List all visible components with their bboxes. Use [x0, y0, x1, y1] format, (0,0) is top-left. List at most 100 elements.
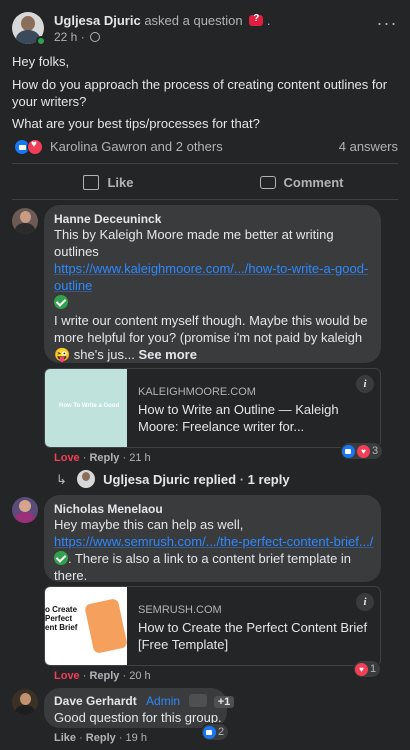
- comment-bubble: Dave Gerhardt Admin +1 Good question for…: [44, 688, 235, 728]
- love-reaction-icon: [27, 139, 43, 155]
- like-icon: [83, 174, 100, 190]
- comment-text-part1: This by Kaleigh Moore made me better at …: [54, 227, 334, 259]
- period: .: [266, 13, 271, 28]
- comment-text-part2: I write our content myself though. Maybe…: [54, 313, 368, 362]
- check-icon: [54, 295, 68, 309]
- love-reaction-icon: ♥: [357, 444, 370, 458]
- meta-dot: ·: [80, 30, 85, 44]
- thumbnail-illustration: [84, 598, 128, 654]
- post-header: Ugljesa Djuric asked a question . 22 h ·…: [12, 12, 398, 46]
- comment-text: Hey maybe this can help as well, https:/…: [54, 516, 376, 584]
- reactions-summary[interactable]: Karolina Gawron and 2 others 4 answers: [12, 137, 398, 157]
- love-reaction-icon: ♥: [355, 662, 368, 676]
- replies-toggle[interactable]: ↳ Ugljesa Djuric replied · 1 reply: [56, 470, 290, 488]
- like-action[interactable]: Like: [54, 732, 76, 744]
- link-preview[interactable]: o Create Perfect ent Brief SEMRUSH.COM H…: [44, 586, 381, 666]
- globe-icon: [90, 32, 101, 42]
- comment-bubble: Hanne Deceuninck This by Kaleigh Moore m…: [44, 205, 381, 363]
- thumbnail-text: o Create Perfect ent Brief: [45, 605, 78, 632]
- like-reaction-icon: [342, 444, 355, 458]
- reaction-count: 2: [218, 726, 225, 738]
- divider-bottom: [12, 199, 398, 200]
- avatar-shoulders: [15, 223, 35, 234]
- commenter-avatar[interactable]: [12, 208, 38, 234]
- like-reaction-icon: [203, 725, 216, 739]
- post-followup: What are your best tips/processes for th…: [12, 116, 260, 131]
- comment-actions: Love · Reply · 21 h: [54, 452, 151, 464]
- question-post: Ugljesa Djuric asked a question . 22 h ·…: [0, 0, 410, 750]
- commenter-name[interactable]: Hanne Deceuninck: [54, 212, 161, 226]
- reply-action[interactable]: Reply: [89, 452, 119, 464]
- preview-title: How to Write an Outline — Kaleigh Moore:…: [138, 402, 339, 434]
- check-icon: [54, 551, 68, 565]
- love-action[interactable]: Love: [54, 670, 80, 682]
- info-icon[interactable]: i: [356, 593, 374, 611]
- divider-top: [12, 163, 398, 164]
- comment-text-part2: . There is also a link to a content brie…: [54, 551, 352, 583]
- comment-time[interactable]: 20 h: [129, 670, 150, 682]
- reply-action[interactable]: Reply: [86, 732, 116, 744]
- admin-badge: Admin: [146, 694, 181, 708]
- commenter-header: Dave Gerhardt Admin +1: [54, 694, 235, 708]
- preview-thumbnail: o Create Perfect ent Brief: [45, 587, 128, 665]
- comment-button[interactable]: Comment: [205, 168, 398, 196]
- post-time[interactable]: 22 h: [54, 30, 77, 44]
- comment-time[interactable]: 19 h: [126, 732, 147, 744]
- preview-thumbnail: How To Write a Good: [45, 369, 127, 447]
- author-line: Ugljesa Djuric asked a question .: [54, 13, 271, 28]
- comment-actions: Love · Reply · 20 h: [54, 670, 151, 682]
- comment-link[interactable]: https://www.semrush.com/.../the-perfect-…: [54, 534, 373, 549]
- avatar-shoulders: [15, 705, 35, 715]
- post-greeting: Hey folks,: [12, 54, 70, 69]
- thumbnail-text: How To Write a Good: [59, 403, 120, 409]
- reply-count: 1 reply: [247, 472, 290, 487]
- reply-action[interactable]: Reply: [89, 670, 119, 682]
- author-name[interactable]: Ugljesa Djuric: [54, 13, 141, 28]
- comment-link[interactable]: https://www.kaleighmoore.com/.../how-to-…: [54, 261, 368, 293]
- question-badge-icon: [249, 13, 264, 26]
- online-status-icon: [36, 36, 46, 46]
- reactions-names[interactable]: Karolina Gawron and 2 others: [50, 139, 223, 154]
- answers-count[interactable]: 4 answers: [339, 139, 398, 154]
- commenter-avatar[interactable]: [12, 689, 38, 715]
- comment-label: Comment: [283, 174, 344, 190]
- info-icon[interactable]: i: [356, 375, 374, 393]
- link-preview[interactable]: How To Write a Good KALEIGHMOORE.COM How…: [44, 368, 381, 448]
- comment-time[interactable]: 21 h: [129, 452, 150, 464]
- comment-reactions-pill[interactable]: 2: [202, 724, 229, 740]
- avatar-face: [19, 500, 31, 512]
- post-question: How do you approach the process of creat…: [12, 77, 388, 109]
- avatar-head: [21, 16, 35, 31]
- reply-arrow-icon: ↳: [56, 472, 67, 487]
- comment-text-more: I write our content myself though. Maybe…: [54, 312, 376, 363]
- comment-text: This by Kaleigh Moore made me better at …: [54, 226, 372, 311]
- like-label: Like: [107, 174, 134, 190]
- comment-icon: [259, 175, 276, 189]
- post-meta: 22 h ·: [54, 30, 101, 44]
- replied-by: Ugljesa Djuric replied: [103, 472, 237, 487]
- preview-domain: KALEIGHMOORE.COM: [138, 386, 256, 398]
- comment-reactions-pill[interactable]: ♥ 3: [341, 443, 383, 459]
- reaction-count: 1: [370, 663, 377, 675]
- commenter-name[interactable]: Nicholas Menelaou: [54, 502, 163, 516]
- plus-badge: +1: [213, 696, 235, 708]
- comment-actions: Like · Reply · 19 h: [54, 732, 147, 744]
- love-action[interactable]: Love: [54, 452, 80, 464]
- like-button[interactable]: Like: [12, 168, 205, 196]
- commenter-name[interactable]: Dave Gerhardt: [54, 694, 137, 708]
- comment-text: Good question for this group.: [54, 710, 222, 725]
- comment-reactions-pill[interactable]: ♥ 1: [354, 661, 381, 677]
- comment-text-part1: Hey maybe this can help as well,: [54, 517, 244, 532]
- avatar-face: [20, 211, 31, 223]
- see-more-link[interactable]: See more: [138, 347, 197, 362]
- action-bar: Like Comment: [12, 168, 398, 196]
- more-options-icon[interactable]: ···: [376, 14, 398, 34]
- reaction-count: 3: [372, 445, 379, 457]
- replier-avatar: [76, 470, 95, 488]
- author-action: asked a question: [144, 13, 243, 28]
- comment-bubble: Nicholas Menelaou Hey maybe this can hel…: [44, 495, 381, 584]
- avatar-shoulders: [15, 512, 35, 523]
- preview-title: How to Create the Perfect Content Brief …: [138, 620, 368, 652]
- commenter-avatar[interactable]: [12, 497, 38, 523]
- avatar-face: [20, 693, 31, 705]
